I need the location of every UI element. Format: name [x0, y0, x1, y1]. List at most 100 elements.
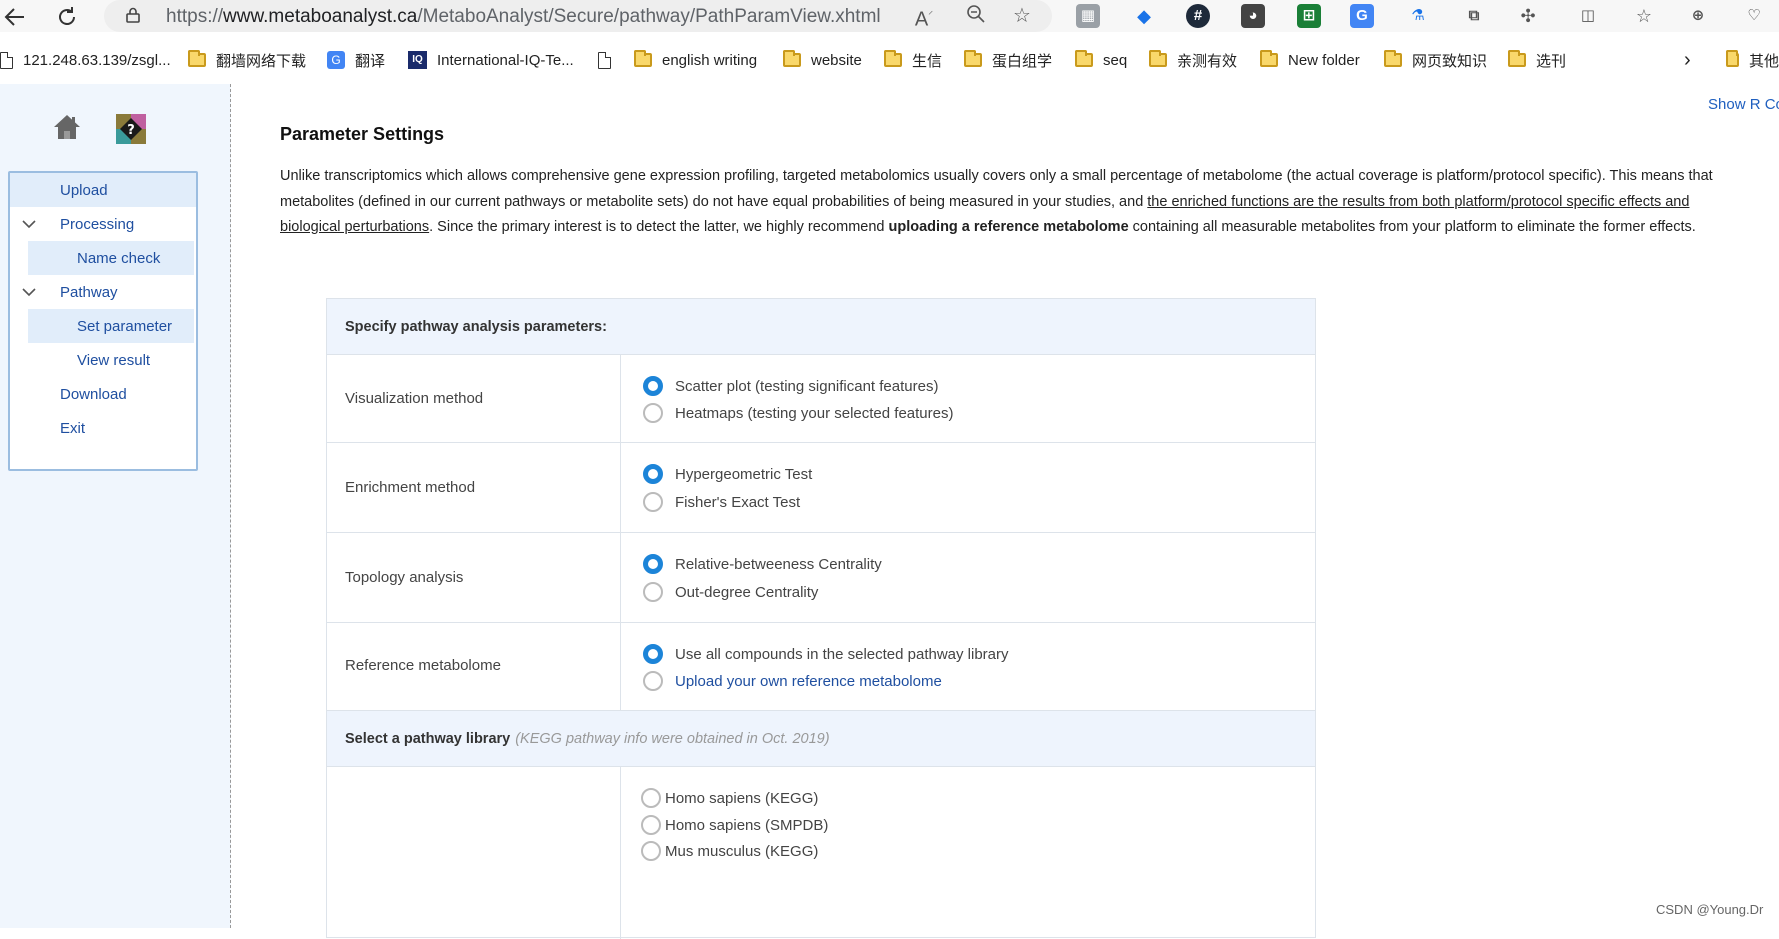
main-content: Show R Co Parameter Settings Unlike tran… — [232, 84, 1779, 939]
radio-mus-musculus-kegg[interactable]: Mus musculus (KEGG) — [641, 840, 818, 862]
folder-icon — [1260, 50, 1278, 67]
extension-icon[interactable]: # — [1186, 4, 1210, 28]
favorite-star-icon[interactable]: ☆ — [1010, 4, 1034, 28]
param-row-reference: Reference metabolome Use all compounds i… — [327, 623, 1315, 711]
collections-add-icon[interactable]: ⊕ — [1686, 4, 1710, 28]
radio-use-all-compounds[interactable]: Use all compounds in the selected pathwa… — [643, 643, 1009, 665]
folder-icon — [1508, 50, 1526, 67]
param-row-library: Homo sapiens (KEGG) Homo sapiens (SMPDB)… — [327, 767, 1315, 939]
puzzle-icon[interactable]: ✣ — [1516, 4, 1540, 28]
parameter-panel: Specify pathway analysis parameters: Vis… — [326, 298, 1316, 939]
radio-button-selected[interactable] — [643, 644, 663, 664]
radio-hypergeometric[interactable]: Hypergeometric Test — [643, 463, 812, 485]
menu-item-set-parameter[interactable]: Set parameter — [28, 309, 194, 343]
bookmark-item[interactable]: 121.248.63.139/zsgl... — [0, 48, 171, 72]
translate-icon: G — [327, 51, 345, 69]
bookmark-item[interactable]: 生信 — [884, 48, 942, 72]
reload-icon[interactable] — [54, 4, 80, 30]
radio-button[interactable] — [643, 492, 663, 512]
bookmark-item[interactable]: 翻墙网络下载 — [188, 48, 306, 72]
menu-item-view-result[interactable]: View result — [10, 343, 196, 377]
radio-button[interactable] — [641, 815, 661, 835]
extension-icon[interactable]: ▦ — [1076, 4, 1100, 28]
folder-icon — [188, 50, 206, 67]
browser-toolbar: https://www.metaboanalyst.ca/MetaboAnaly… — [0, 0, 1779, 32]
folder-icon — [884, 50, 902, 67]
radio-button[interactable] — [641, 788, 661, 808]
folder-icon — [783, 50, 801, 67]
bookmark-item[interactable]: 选刊 — [1508, 48, 1566, 72]
radio-button[interactable] — [641, 841, 661, 861]
bookmark-item[interactable]: 网页致知识 — [1384, 48, 1487, 72]
watermark: CSDN @Young.Dr — [1656, 902, 1764, 917]
panel-header: Specify pathway analysis parameters: — [327, 299, 1315, 355]
bookmark-item[interactable]: 蛋白组学 — [964, 48, 1052, 72]
radio-heatmaps[interactable]: Heatmaps (testing your selected features… — [643, 402, 953, 424]
zoom-out-icon[interactable] — [964, 4, 988, 28]
help-icon[interactable]: ? — [116, 114, 146, 144]
page-icon — [0, 51, 13, 69]
extension-icon[interactable]: ⚗ — [1406, 4, 1430, 28]
back-icon[interactable] — [2, 4, 28, 30]
folder-icon — [1726, 50, 1739, 67]
menu-item-name-check[interactable]: Name check — [28, 241, 194, 275]
collections-icon[interactable]: ⧉ — [1462, 4, 1486, 28]
sidebar: ? Upload Processing Name check Pathway S… — [0, 84, 231, 928]
radio-button[interactable] — [643, 403, 663, 423]
radio-relative-betweenness[interactable]: Relative-betweeness Centrality — [643, 553, 882, 575]
folder-icon — [1149, 50, 1167, 67]
bookmark-item[interactable]: english writing — [634, 48, 757, 72]
param-label: Topology analysis — [345, 569, 464, 586]
favorites-icon[interactable]: ☆ — [1632, 4, 1656, 28]
menu-item-download[interactable]: Download — [10, 377, 196, 411]
menu-item-exit[interactable]: Exit — [10, 411, 196, 445]
param-label: Visualization method — [345, 390, 484, 407]
home-icon[interactable] — [52, 112, 82, 142]
page-icon — [598, 51, 611, 69]
split-screen-icon[interactable]: ◫ — [1576, 4, 1600, 28]
radio-homo-sapiens-smpdb[interactable]: Homo sapiens (SMPDB) — [641, 814, 828, 836]
iq-icon: IQ — [408, 51, 427, 69]
radio-button-selected[interactable] — [643, 464, 663, 484]
radio-fisher[interactable]: Fisher's Exact Test — [643, 491, 800, 513]
radio-out-degree[interactable]: Out-degree Centrality — [643, 581, 818, 603]
menu-item-processing[interactable]: Processing — [10, 207, 196, 241]
page-title: Parameter Settings — [280, 124, 445, 144]
url-text[interactable]: https://www.metaboanalyst.ca/MetaboAnaly… — [166, 6, 881, 28]
read-aloud-icon[interactable]: A⸍ — [912, 4, 936, 31]
show-r-code-link[interactable]: Show R Co — [1708, 96, 1779, 113]
radio-scatter-plot[interactable]: Scatter plot (testing significant featur… — [643, 375, 938, 397]
bookmark-item[interactable] — [598, 48, 621, 72]
translate-icon[interactable]: G — [1350, 4, 1374, 28]
menu-item-upload[interactable]: Upload — [10, 173, 196, 207]
radio-button-selected[interactable] — [643, 554, 663, 574]
address-bar[interactable]: https://www.metaboanalyst.ca/MetaboAnaly… — [104, 0, 1052, 32]
radio-button-selected[interactable] — [643, 376, 663, 396]
folder-icon — [1384, 50, 1402, 67]
extension-icon[interactable]: ◆ — [1132, 4, 1156, 28]
bookmark-item[interactable]: seq — [1075, 48, 1127, 72]
param-label: Enrichment method — [345, 479, 476, 496]
radio-homo-sapiens-kegg[interactable]: Homo sapiens (KEGG) — [641, 787, 818, 809]
extension-icon[interactable]: ⊞ — [1297, 4, 1321, 28]
bookmarks-bar: 121.248.63.139/zsgl... 翻墙网络下载 G 翻译 IQ Inte… — [0, 44, 1779, 76]
bookmark-item[interactable]: G 翻译 — [327, 48, 385, 72]
bookmark-item[interactable]: website — [783, 48, 862, 72]
lock-icon[interactable] — [126, 7, 140, 23]
svg-text:?: ? — [127, 123, 135, 138]
menu-item-pathway[interactable]: Pathway — [10, 275, 196, 309]
radio-button[interactable] — [643, 671, 663, 691]
bookmark-item[interactable]: New folder — [1260, 48, 1360, 72]
param-label: Reference metabolome — [345, 657, 501, 674]
radio-upload-reference[interactable]: Upload your own reference metabolome — [643, 670, 942, 692]
folder-icon — [1075, 50, 1093, 67]
chevron-down-icon — [22, 288, 36, 297]
bookmarks-overflow-chevron-icon[interactable]: › — [1684, 48, 1691, 72]
bookmark-item[interactable]: 亲测有效 — [1149, 48, 1237, 72]
bookmark-item[interactable]: IQ International-IQ-Te... — [408, 48, 574, 72]
extension-icon[interactable]: ◕ — [1241, 4, 1265, 28]
radio-button[interactable] — [643, 582, 663, 602]
bookmark-item[interactable]: 其他 — [1726, 48, 1779, 72]
health-icon[interactable]: ♡ — [1742, 4, 1766, 28]
param-row-enrichment: Enrichment method Hypergeometric Test Fi… — [327, 443, 1315, 533]
